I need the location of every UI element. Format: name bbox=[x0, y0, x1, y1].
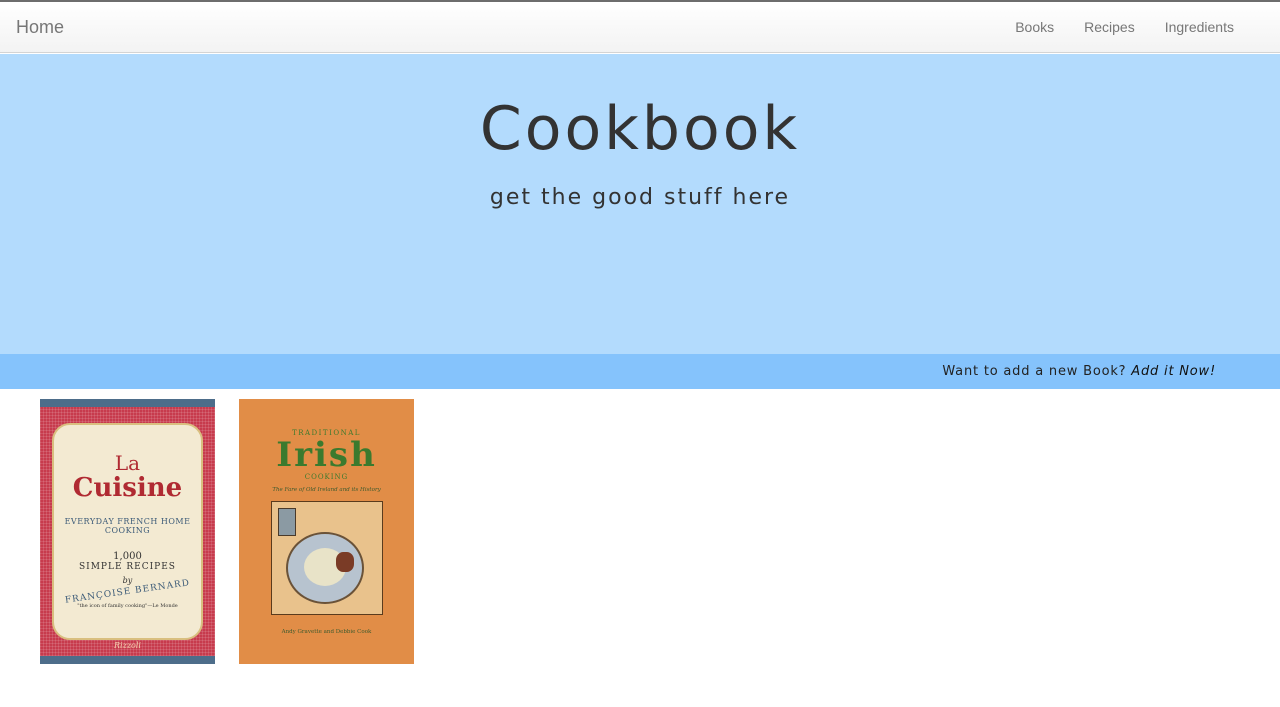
cover-subtitle: EVERYDAY FRENCH HOME COOKING bbox=[64, 517, 191, 535]
navbar: Home Books Recipes Ingredients bbox=[0, 0, 1280, 53]
nav-links: Books Recipes Ingredients bbox=[1015, 19, 1234, 35]
cover-publisher: Rizzoli bbox=[114, 641, 141, 650]
meat-illustration bbox=[335, 552, 354, 572]
cover-authors: Andy Gravette and Debbie Cook bbox=[281, 629, 372, 635]
hero-banner: Cookbook get the good stuff here bbox=[0, 54, 1280, 354]
page-title: Cookbook bbox=[479, 94, 801, 164]
nav-ingredients-link[interactable]: Ingredients bbox=[1165, 19, 1234, 35]
home-link[interactable]: Home bbox=[16, 17, 64, 38]
book-card-la-cuisine[interactable]: La Cuisine EVERYDAY FRENCH HOME COOKING … bbox=[40, 399, 215, 664]
book-card-irish-cooking[interactable]: TRADITIONAL Irish COOKING The Fare of Ol… bbox=[239, 399, 414, 664]
cover-count-label: SIMPLE RECIPES bbox=[79, 562, 176, 572]
page-subtitle: get the good stuff here bbox=[489, 185, 791, 210]
nav-recipes-link[interactable]: Recipes bbox=[1084, 19, 1135, 35]
cover-tagline: The Fare of Old Ireland and its History bbox=[272, 487, 381, 493]
nav-books-link[interactable]: Books bbox=[1015, 19, 1054, 35]
cover-illustration bbox=[270, 501, 383, 615]
cover-count: 1,000 bbox=[113, 551, 142, 562]
plate-illustration bbox=[285, 532, 364, 604]
cover-title: Cuisine bbox=[72, 473, 183, 503]
book-list: La Cuisine EVERYDAY FRENCH HOME COOKING … bbox=[40, 399, 414, 664]
glass-illustration bbox=[277, 508, 296, 536]
cover-title: Irish bbox=[276, 435, 377, 475]
cover-title-top: La bbox=[114, 451, 141, 475]
cover-label: La Cuisine EVERYDAY FRENCH HOME COOKING … bbox=[52, 423, 203, 640]
add-book-bar: Want to add a new Book? Add it Now! bbox=[0, 354, 1280, 389]
cover-subtitle: COOKING bbox=[304, 473, 349, 481]
add-book-prompt: Want to add a new Book? bbox=[942, 364, 1127, 379]
add-book-link[interactable]: Add it Now! bbox=[1131, 364, 1216, 379]
add-book-text: Want to add a new Book? Add it Now! bbox=[942, 364, 1216, 379]
